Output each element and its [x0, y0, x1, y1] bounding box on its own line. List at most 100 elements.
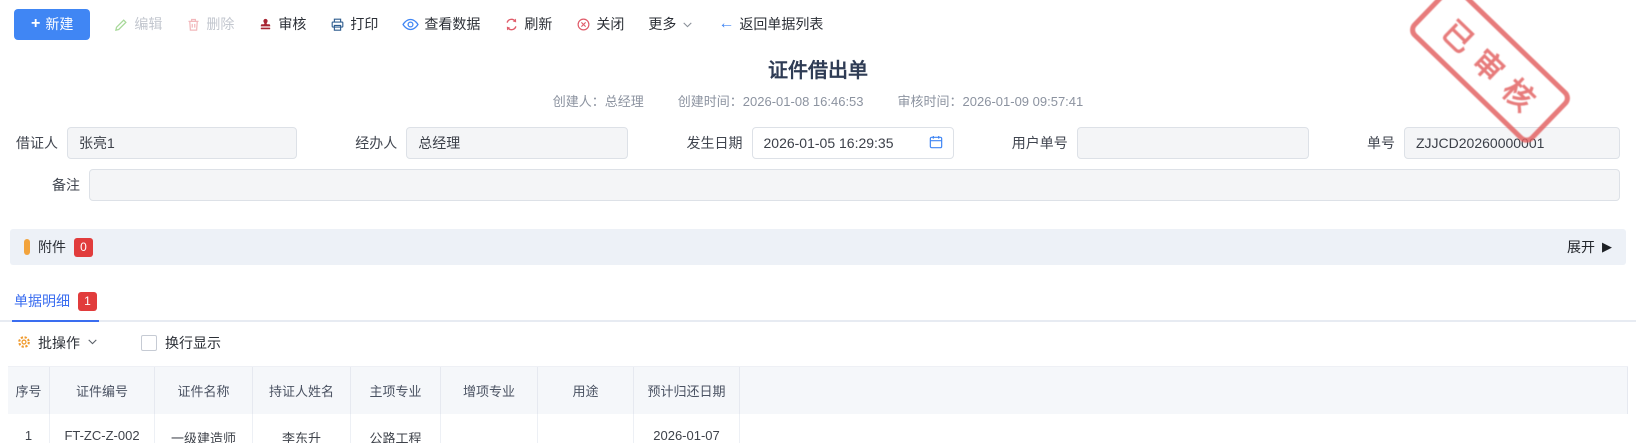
borrower-group: 借证人: [16, 127, 297, 159]
expand-button[interactable]: 展开 ▶: [1567, 237, 1612, 257]
back-label: 返回单据列表: [739, 14, 823, 34]
more-label: 更多: [648, 14, 676, 34]
calendar-icon[interactable]: [928, 134, 944, 153]
detail-count-badge: 1: [78, 292, 97, 311]
user-order-label: 用户单号: [1012, 133, 1068, 153]
wrap-display-option[interactable]: 换行显示: [141, 333, 221, 353]
triangle-right-icon: ▶: [1602, 239, 1612, 255]
creator-meta: 创建人：总经理: [553, 91, 644, 110]
cell-cert-name: 一级建造师: [155, 414, 253, 443]
doc-number-group: 单号: [1367, 127, 1620, 159]
occur-date-group: 发生日期: [687, 127, 954, 159]
cell-return-date: 2026-01-07: [634, 414, 740, 443]
cell-purpose: [538, 414, 634, 443]
header-filler: [740, 367, 1628, 414]
form-row-remark: 备注: [0, 169, 1636, 201]
edit-label: 编辑: [134, 14, 162, 34]
col-header-purpose[interactable]: 用途: [538, 367, 634, 414]
cell-seq: 1: [8, 414, 50, 443]
occur-date-input[interactable]: [753, 128, 928, 158]
page-title: 证件借出单: [0, 54, 1636, 83]
tab-detail-label: 单据明细: [14, 291, 70, 311]
doc-number-label: 单号: [1367, 133, 1395, 153]
eye-icon: [402, 16, 419, 33]
creator-value: 总经理: [605, 94, 644, 109]
pencil-icon: [114, 17, 129, 32]
user-order-group: 用户单号: [1012, 127, 1309, 159]
attachment-left: 附件 0: [24, 237, 93, 257]
borrower-input[interactable]: [67, 127, 297, 159]
batch-operation-button[interactable]: 批操作: [16, 333, 99, 353]
handler-group: 经办人: [355, 127, 628, 159]
detail-table: 序号 证件编号 证件名称 持证人姓名 主项专业 增项专业 用途 预计归还日期 1…: [8, 366, 1628, 443]
close-circle-icon: [576, 17, 591, 32]
created-label: 创建时间：: [678, 94, 743, 109]
audited-value: 2026-01-09 09:57:41: [963, 94, 1084, 109]
cell-extra-major: [441, 414, 538, 443]
new-button-label: 新建: [45, 14, 73, 34]
detail-tabs: 单据明细 1: [0, 285, 1636, 322]
handler-label: 经办人: [355, 133, 397, 153]
col-header-seq[interactable]: 序号: [8, 367, 50, 414]
wrap-checkbox[interactable]: [141, 335, 157, 351]
refresh-button[interactable]: 刷新: [504, 14, 552, 34]
col-header-cert-no[interactable]: 证件编号: [50, 367, 155, 414]
attachment-count-badge: 0: [74, 238, 93, 257]
tab-document-detail[interactable]: 单据明细 1: [12, 285, 99, 320]
print-label: 打印: [350, 14, 378, 34]
col-header-return-date[interactable]: 预计归还日期: [634, 367, 740, 414]
attachment-bar[interactable]: 附件 0 展开 ▶: [10, 229, 1626, 265]
chevron-down-icon: [681, 18, 694, 31]
trash-icon: [186, 17, 201, 32]
refresh-icon: [504, 17, 519, 32]
creator-label: 创建人：: [553, 94, 605, 109]
printer-icon: [330, 17, 345, 32]
close-button[interactable]: 关闭: [576, 14, 624, 34]
col-header-cert-name[interactable]: 证件名称: [155, 367, 253, 414]
refresh-label: 刷新: [524, 14, 552, 34]
doc-meta: 创建人：总经理 创建时间：2026-01-08 16:46:53 审核时间：20…: [0, 91, 1636, 110]
remark-input[interactable]: [89, 169, 1620, 201]
certificate-lending-page: + 新建 编辑 删除: [0, 0, 1636, 443]
borrower-label: 借证人: [16, 133, 58, 153]
batch-row: 批操作 换行显示: [0, 333, 1636, 353]
chevron-down-icon: [86, 335, 99, 351]
occur-date-picker[interactable]: [752, 127, 954, 159]
stamp-icon: [258, 17, 273, 32]
col-header-extra-major[interactable]: 增项专业: [441, 367, 538, 414]
col-header-holder[interactable]: 持证人姓名: [253, 367, 351, 414]
col-header-major[interactable]: 主项专业: [351, 367, 441, 414]
created-value: 2026-01-08 16:46:53: [743, 94, 864, 109]
attachment-marker-icon: [24, 239, 30, 255]
audit-button[interactable]: 审核: [258, 14, 306, 34]
delete-label: 删除: [206, 14, 234, 34]
view-data-button[interactable]: 查看数据: [402, 14, 480, 34]
batch-operation-label: 批操作: [38, 333, 80, 353]
print-button[interactable]: 打印: [330, 14, 378, 34]
cell-cert-no: FT-ZC-Z-002: [50, 414, 155, 443]
attachment-label: 附件: [38, 237, 66, 257]
occur-date-label: 发生日期: [687, 133, 743, 153]
new-button[interactable]: + 新建: [14, 9, 90, 40]
table-row[interactable]: 1 FT-ZC-Z-002 一级建造师 李东升 公路工程 2026-01-07: [8, 414, 1628, 443]
back-to-list-button[interactable]: ← 返回单据列表: [718, 14, 823, 34]
audited-meta: 审核时间：2026-01-09 09:57:41: [898, 91, 1084, 110]
user-order-input[interactable]: [1077, 127, 1309, 159]
handler-input[interactable]: [406, 127, 628, 159]
delete-button[interactable]: 删除: [186, 14, 234, 34]
row-filler: [740, 414, 1628, 443]
doc-number-input[interactable]: [1404, 127, 1620, 159]
close-label: 关闭: [596, 14, 624, 34]
remark-label: 备注: [16, 175, 80, 195]
gear-icon: [16, 334, 32, 353]
more-button[interactable]: 更多: [648, 14, 694, 34]
edit-button[interactable]: 编辑: [114, 14, 162, 34]
table-header-row: 序号 证件编号 证件名称 持证人姓名 主项专业 增项专业 用途 预计归还日期: [8, 366, 1628, 414]
cell-major: 公路工程: [351, 414, 441, 443]
form-row-main: 借证人 经办人 发生日期 用户单号 单号: [0, 127, 1636, 159]
audit-label: 审核: [278, 14, 306, 34]
wrap-label: 换行显示: [165, 333, 221, 353]
arrow-left-icon: ←: [718, 16, 734, 32]
audited-label: 审核时间：: [898, 94, 963, 109]
expand-label: 展开: [1567, 237, 1595, 257]
